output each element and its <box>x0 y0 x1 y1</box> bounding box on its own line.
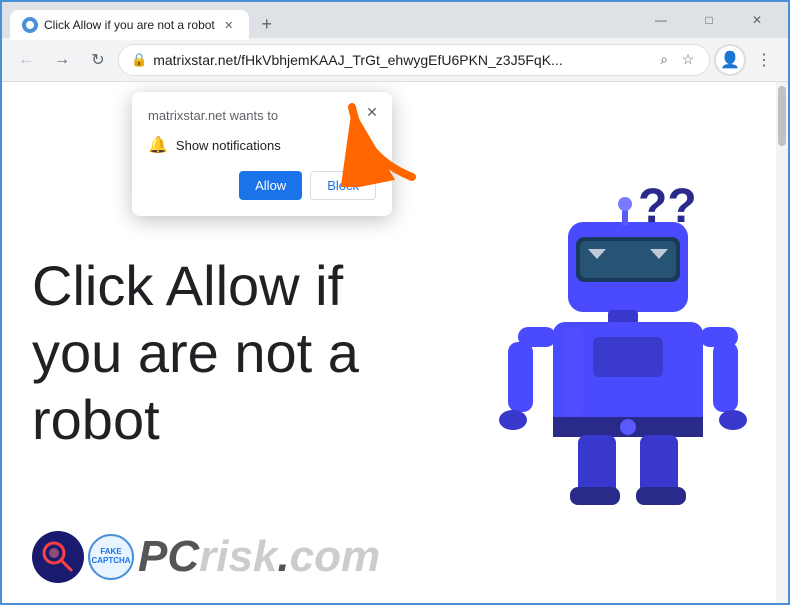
forward-button[interactable]: → <box>46 44 78 76</box>
menu-icon: ⋮ <box>756 50 772 70</box>
maximize-button[interactable]: □ <box>686 2 732 38</box>
tab-favicon <box>22 17 38 33</box>
address-bar[interactable]: 🔒 matrixstar.net/fHkVbhjemKAAJ_TrGt_ehwy… <box>118 44 710 76</box>
new-tab-button[interactable]: + <box>253 10 281 38</box>
robot-svg: ?? <box>488 162 758 532</box>
back-icon: ← <box>18 51 34 69</box>
forward-icon: → <box>54 51 70 69</box>
browser-window: Click Allow if you are not a robot ✕ + —… <box>0 0 790 605</box>
popup-notification-text: Show notifications <box>176 138 281 153</box>
active-tab[interactable]: Click Allow if you are not a robot ✕ <box>10 10 249 40</box>
allow-button[interactable]: Allow <box>239 171 302 200</box>
pcrisk-text: PCrisk.com <box>138 535 380 579</box>
menu-button[interactable]: ⋮ <box>748 44 780 76</box>
address-icons: ⌕ ☆ <box>655 51 697 69</box>
minimize-button[interactable]: — <box>638 2 684 38</box>
bell-icon: 🔔 <box>148 135 168 155</box>
close-button[interactable]: ✕ <box>734 2 780 38</box>
tab-area: Click Allow if you are not a robot ✕ + <box>10 2 626 38</box>
lock-icon: 🔒 <box>131 52 147 68</box>
back-button[interactable]: ← <box>10 44 42 76</box>
orange-arrow-icon <box>332 87 452 187</box>
dot-text: . <box>277 532 289 581</box>
title-bar: Click Allow if you are not a robot ✕ + —… <box>2 2 788 38</box>
risk-text: risk <box>199 532 277 581</box>
fc-captcha-badge: FAKECAPTCHA <box>88 534 134 580</box>
pcrisk-logo: FAKECAPTCHA PCrisk.com <box>32 531 380 583</box>
profile-icon: 👤 <box>720 50 740 70</box>
bookmark-icon[interactable]: ☆ <box>679 51 697 69</box>
window-controls: — □ ✕ <box>638 2 780 38</box>
main-heading: Click Allow ifyou are not arobot <box>32 252 359 454</box>
address-text: matrixstar.net/fHkVbhjemKAAJ_TrGt_ehwygE… <box>153 52 649 68</box>
scrollbar-thumb[interactable] <box>778 86 786 146</box>
pcrisk-search-icon <box>32 531 84 583</box>
reload-button[interactable]: ↻ <box>82 44 114 76</box>
search-icon[interactable]: ⌕ <box>655 51 673 69</box>
robot-illustration: ?? <box>488 162 768 542</box>
reload-icon: ↻ <box>91 50 104 70</box>
page-content: ✕ matrixstar.net wants to 🔔 Show notific… <box>2 82 788 603</box>
pc-text: PC <box>138 532 199 581</box>
fc-badge-text: FAKECAPTCHA <box>91 548 130 566</box>
tab-title: Click Allow if you are not a robot <box>44 18 215 32</box>
main-text-content: Click Allow ifyou are not arobot <box>32 254 359 451</box>
profile-button[interactable]: 👤 <box>714 44 746 76</box>
scrollbar[interactable] <box>776 82 788 603</box>
com-text: com <box>290 532 380 581</box>
toolbar-icons: 👤 ⋮ <box>714 44 780 76</box>
tab-close-button[interactable]: ✕ <box>221 17 237 33</box>
toolbar: ← → ↻ 🔒 matrixstar.net/fHkVbhjemKAAJ_TrG… <box>2 38 788 82</box>
